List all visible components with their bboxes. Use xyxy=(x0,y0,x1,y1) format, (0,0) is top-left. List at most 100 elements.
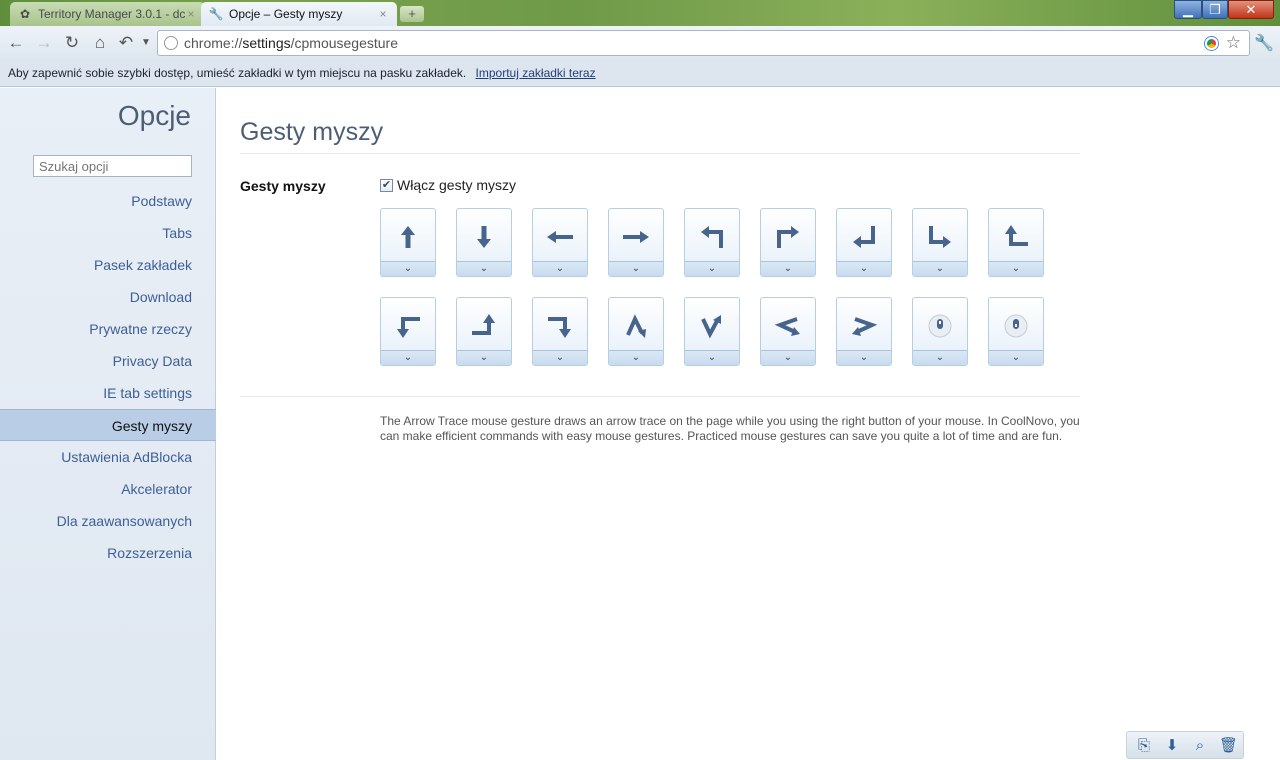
chevron-down-icon[interactable]: ⌄ xyxy=(457,350,511,365)
gesture-arrow-up[interactable]: ⌄ xyxy=(380,208,436,277)
chevron-down-icon[interactable]: ⌄ xyxy=(761,261,815,276)
enable-gestures-label[interactable]: Włącz gesty myszy xyxy=(397,177,516,193)
gesture-down-left-turn[interactable]: ⌄ xyxy=(380,297,436,366)
gesture-down-up[interactable]: ⌄ xyxy=(684,297,740,366)
title-bar: ✿ Territory Manager 3.0.1 - dc × 🔧 Opcje… xyxy=(0,0,1280,26)
sidebar-item-advanced[interactable]: Dla zaawansowanych xyxy=(0,505,216,537)
down-left-arrow-icon xyxy=(837,217,891,257)
gesture-arrow-down[interactable]: ⌄ xyxy=(456,208,512,277)
enable-gestures-checkbox[interactable]: ✔ xyxy=(380,178,393,192)
sidebar-item-ie-tab-settings[interactable]: IE tab settings xyxy=(0,377,216,409)
chevron-down-icon[interactable]: ⌄ xyxy=(381,350,435,365)
tab-close-icon[interactable]: × xyxy=(377,7,389,21)
close-window-button[interactable]: ✕ xyxy=(1228,0,1274,19)
gesture-right-left-right[interactable]: ⌄ xyxy=(836,297,892,366)
up-down-arrow-icon xyxy=(609,306,663,346)
chevron-down-icon[interactable]: ⌄ xyxy=(837,350,891,365)
arrow-left-icon xyxy=(533,217,587,257)
sidebar-item-tabs[interactable]: Tabs xyxy=(0,217,216,249)
chevron-down-icon[interactable]: ⌄ xyxy=(457,261,511,276)
chevron-down-icon[interactable]: ⌄ xyxy=(685,261,739,276)
undo-close-tab-icon[interactable]: ↶ xyxy=(116,33,136,53)
arrow-down-icon xyxy=(457,217,511,257)
bookmarks-bar: Aby zapewnić sobie szybki dostęp, umieść… xyxy=(0,60,1280,87)
gesture-left-up[interactable]: ⌄ xyxy=(988,208,1044,277)
divider xyxy=(240,396,1080,397)
gesture-right-up[interactable]: ⌄ xyxy=(456,297,512,366)
chrome-icon[interactable] xyxy=(1204,36,1218,50)
chevron-down-icon[interactable]: ⌄ xyxy=(533,261,587,276)
gesture-mouse-wheel-down[interactable]: ⌄ xyxy=(988,297,1044,366)
import-bookmarks-link[interactable]: Importuj zakładki teraz xyxy=(476,66,596,80)
gesture-right-down[interactable]: ⌄ xyxy=(532,297,588,366)
back-icon[interactable]: ← xyxy=(6,33,26,53)
wrench-menu-icon[interactable]: 🔧 xyxy=(1254,33,1274,53)
gesture-mouse-wheel-up[interactable]: ⌄ xyxy=(912,297,968,366)
search-icon[interactable]: ⌕ xyxy=(1191,737,1209,755)
sidebar-item-gesty-myszy[interactable]: Gesty myszy xyxy=(0,409,216,441)
sidebar-item-adblock[interactable]: Ustawienia AdBlocka xyxy=(0,441,216,473)
main-content: Gesty myszy Gesty myszy ✔ Włącz gesty my… xyxy=(217,88,1280,760)
chevron-down-icon[interactable]: ⌄ xyxy=(989,350,1043,365)
gesture-description: The Arrow Trace mouse gesture draws an a… xyxy=(380,414,1080,443)
gesture-down-right[interactable]: ⌄ xyxy=(912,208,968,277)
gesture-arrow-right[interactable]: ⌄ xyxy=(608,208,664,277)
page-title: Gesty myszy xyxy=(240,118,384,146)
page-info-icon[interactable] xyxy=(164,36,178,50)
up-left-arrow-icon xyxy=(685,217,739,257)
gesture-up-left[interactable]: ⌄ xyxy=(684,208,740,277)
trash-icon[interactable]: 🗑 xyxy=(1219,737,1238,755)
chevron-down-icon[interactable]: ⌄ xyxy=(761,350,815,365)
wrench-icon: 🔧 xyxy=(208,7,224,21)
down-right-arrow-icon xyxy=(913,217,967,257)
left-right-arrow-icon xyxy=(761,306,815,346)
enable-gestures-row[interactable]: ✔ Włącz gesty myszy xyxy=(380,177,516,193)
status-tray: ⎘ ⬇ ⌕ 🗑 xyxy=(1126,731,1244,759)
tab-options[interactable]: 🔧 Opcje – Gesty myszy × xyxy=(201,2,397,26)
arrow-right-icon xyxy=(609,217,663,257)
sidebar-item-rozszerzenia[interactable]: Rozszerzenia xyxy=(0,537,216,569)
sidebar-item-akcelerator[interactable]: Akcelerator xyxy=(0,473,216,505)
chevron-down-icon[interactable]: ⌄ xyxy=(913,350,967,365)
gesture-up-down[interactable]: ⌄ xyxy=(608,297,664,366)
right-up-arrow-icon xyxy=(457,306,511,346)
chevron-down-icon[interactable]: ⌄ xyxy=(989,261,1043,276)
sidebar-item-prywatne-rzeczy[interactable]: Prywatne rzeczy xyxy=(0,313,216,345)
tab-close-icon[interactable]: × xyxy=(185,7,197,21)
gesture-arrow-left[interactable]: ⌄ xyxy=(532,208,588,277)
up-right-arrow-icon xyxy=(761,217,815,257)
gesture-down-left[interactable]: ⌄ xyxy=(836,208,892,277)
left-up-arrow-icon xyxy=(989,217,1043,257)
star-icon[interactable]: ☆ xyxy=(1226,33,1241,53)
search-input[interactable] xyxy=(33,155,192,177)
chevron-down-icon[interactable]: ⌄ xyxy=(685,350,739,365)
new-tab-button[interactable]: + xyxy=(400,6,424,22)
chevron-down-icon[interactable]: ⌄ xyxy=(609,261,663,276)
minimize-button[interactable]: ▁ xyxy=(1174,0,1202,19)
home-icon[interactable]: ⌂ xyxy=(90,33,110,53)
address-bar[interactable]: chrome://settings/cpmousegesture ☆ xyxy=(157,30,1250,56)
browser-toolbar: ← → ↻ ⌂ ↶ ▼ chrome://settings/cpmouseges… xyxy=(0,26,1280,60)
chevron-down-icon[interactable]: ⌄ xyxy=(381,261,435,276)
sidebar-item-podstawy[interactable]: Podstawy xyxy=(0,185,216,217)
maximize-button[interactable]: ❐ xyxy=(1202,0,1228,19)
boss-key-icon[interactable]: ⎘ xyxy=(1135,737,1153,755)
chevron-down-icon[interactable]: ⌄ xyxy=(913,261,967,276)
url-text[interactable]: chrome://settings/cpmousegesture xyxy=(184,35,1205,51)
gesture-left-right-left[interactable]: ⌄ xyxy=(760,297,816,366)
tab-territory-manager[interactable]: ✿ Territory Manager 3.0.1 - dc × xyxy=(10,2,205,26)
forward-icon[interactable]: → xyxy=(34,33,54,53)
chevron-down-icon[interactable]: ▼ xyxy=(136,33,156,53)
arrow-up-icon xyxy=(381,217,435,257)
sidebar-item-pasek-zakladek[interactable]: Pasek zakładek xyxy=(0,249,216,281)
chevron-down-icon[interactable]: ⌄ xyxy=(533,350,587,365)
gesture-up-right[interactable]: ⌄ xyxy=(760,208,816,277)
download-icon[interactable]: ⬇ xyxy=(1163,737,1181,755)
chevron-down-icon[interactable]: ⌄ xyxy=(609,350,663,365)
sidebar-item-privacy-data[interactable]: Privacy Data xyxy=(0,345,216,377)
sidebar-item-download[interactable]: Download xyxy=(0,281,216,313)
reload-icon[interactable]: ↻ xyxy=(62,33,82,53)
bookmarks-message: Aby zapewnić sobie szybki dostęp, umieść… xyxy=(8,66,467,80)
mouse-wheel-down-icon xyxy=(989,306,1043,346)
chevron-down-icon[interactable]: ⌄ xyxy=(837,261,891,276)
